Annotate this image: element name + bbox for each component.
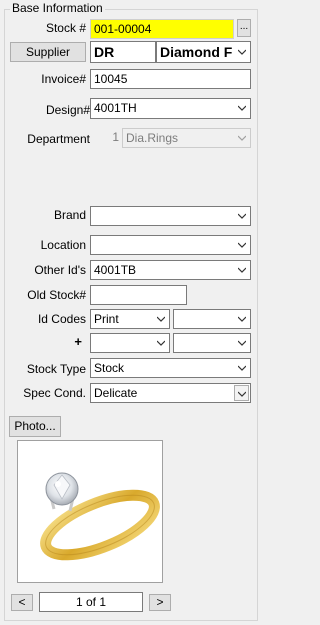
prev-photo-button[interactable]: < — [11, 594, 33, 611]
stock-type-combo[interactable]: Stock — [90, 358, 251, 378]
spec-cond-combo[interactable]: Delicate — [90, 383, 251, 403]
stock-number-field[interactable]: 001-00004 — [90, 19, 234, 39]
location-combo[interactable] — [90, 235, 251, 255]
brand-label: Brand — [53, 208, 86, 222]
department-combo: Dia.Rings — [122, 128, 251, 148]
other-ids-value: 4001TB — [94, 263, 137, 277]
supplier-name-combo[interactable]: Diamond F — [156, 41, 251, 63]
chevron-down-icon — [157, 316, 165, 322]
ring-image-icon — [40, 472, 160, 561]
location-label: Location — [40, 238, 86, 252]
design-combo[interactable]: 4001TH — [90, 98, 251, 119]
department-label: Department — [27, 132, 90, 146]
photo-page-indicator: 1 of 1 — [39, 592, 143, 612]
chevron-down-icon — [238, 391, 246, 397]
next-photo-button[interactable]: > — [149, 594, 171, 611]
other-ids-combo[interactable]: 4001TB — [90, 260, 251, 280]
chevron-down-icon — [238, 105, 246, 111]
stock-type-value: Stock — [94, 361, 125, 375]
spec-cond-value: Delicate — [94, 386, 138, 400]
department-value: Dia.Rings — [126, 131, 179, 145]
plus-combo-2[interactable] — [173, 333, 251, 353]
stock-label: Stock # — [45, 21, 86, 35]
id-codes-combo-2[interactable] — [173, 309, 251, 329]
chevron-down-icon — [238, 340, 246, 346]
invoice-field[interactable]: 10045 — [90, 69, 251, 89]
old-stock-label: Old Stock# — [27, 288, 86, 302]
design-label: Design# — [45, 103, 90, 117]
stock-type-label: Stock Type — [26, 362, 86, 376]
chevron-down-icon — [238, 365, 246, 371]
invoice-label: Invoice# — [41, 72, 86, 86]
supplier-name-value: Diamond F — [160, 44, 233, 60]
chevron-down-icon — [238, 242, 246, 248]
chevron-down-icon — [238, 49, 246, 55]
plus-label: + — [74, 334, 82, 349]
supplier-code-field[interactable]: DR — [90, 41, 156, 63]
spec-cond-label: Spec Cond. — [23, 386, 86, 400]
other-ids-label: Other Id's — [34, 263, 86, 277]
brand-combo[interactable] — [90, 206, 251, 226]
old-stock-field[interactable] — [90, 285, 187, 305]
id-codes-combo-1[interactable]: Print — [90, 309, 170, 329]
spec-cond-dropdown-button[interactable] — [234, 385, 249, 401]
department-number-field: 1 — [94, 128, 122, 148]
id-codes-label: Id Codes — [37, 312, 86, 326]
chevron-down-icon — [238, 135, 246, 141]
group-title: Base Information — [10, 1, 105, 15]
design-value: 4001TH — [94, 101, 137, 115]
item-photo-frame — [17, 440, 163, 583]
plus-combo-1[interactable] — [90, 333, 170, 353]
supplier-button[interactable]: Supplier — [10, 42, 86, 62]
stock-browse-button[interactable]: ... — [237, 19, 251, 37]
chevron-down-icon — [238, 213, 246, 219]
chevron-down-icon — [157, 340, 165, 346]
id-codes-value-1: Print — [94, 312, 119, 326]
chevron-down-icon — [238, 267, 246, 273]
chevron-down-icon — [238, 316, 246, 322]
photo-button[interactable]: Photo... — [9, 416, 61, 437]
